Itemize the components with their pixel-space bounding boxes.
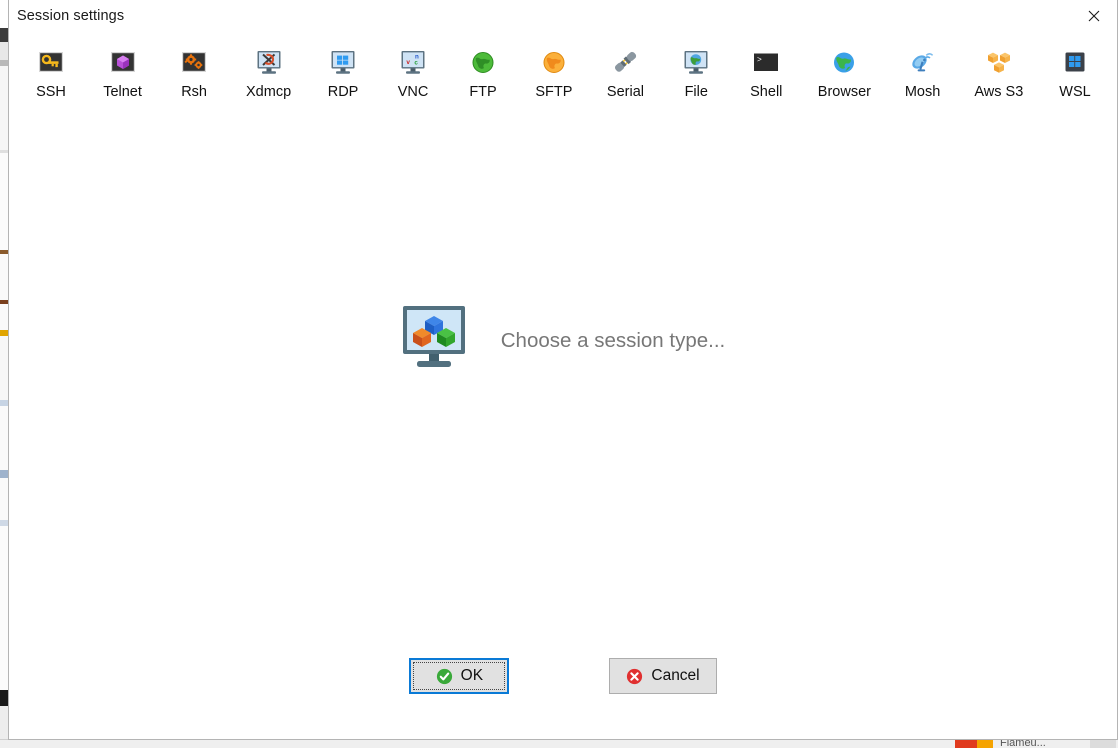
session-type-label: WSL <box>1059 84 1091 100</box>
background-bottom-label: Flameu... <box>1000 739 1046 748</box>
session-type-browser[interactable]: Browser <box>814 45 874 102</box>
session-type-label: Shell <box>750 84 783 100</box>
ssh-key-terminal-icon <box>35 47 67 79</box>
svg-text:v: v <box>406 59 410 66</box>
rdp-monitor-windows-icon <box>327 47 359 79</box>
session-type-ssh[interactable]: SSH <box>29 45 73 102</box>
session-type-label: Aws S3 <box>974 84 1024 100</box>
session-type-xdmcp[interactable]: Xdmcp <box>242 45 295 102</box>
session-type-serial[interactable]: Serial <box>603 45 649 102</box>
svg-text:c: c <box>414 59 418 66</box>
vnc-monitor-letters-icon: n v c <box>397 47 429 79</box>
cancel-button-label: Cancel <box>651 667 700 684</box>
session-type-label: File <box>684 84 708 100</box>
sftp-orange-globe-icon <box>538 47 570 79</box>
session-type-label: Serial <box>606 84 644 100</box>
dialog-title: Session settings <box>17 8 125 24</box>
background-bottom-strip: Flameu... <box>0 739 1118 748</box>
session-type-label: Rsh <box>181 84 207 100</box>
session-type-rdp[interactable]: RDP <box>321 45 365 102</box>
placeholder-text: Choose a session type... <box>500 329 726 352</box>
session-type-aws-s3[interactable]: Aws S3 <box>971 45 1027 102</box>
telnet-gem-icon <box>107 47 139 79</box>
session-type-telnet[interactable]: Telnet <box>99 45 146 102</box>
aws-s3-cubes-icon <box>983 47 1015 79</box>
rsh-gears-icon <box>178 47 210 79</box>
session-type-label: SSH <box>36 84 66 100</box>
session-type-mosh[interactable]: Mosh <box>901 45 945 102</box>
background-red-swatch <box>955 740 977 748</box>
placeholder-block: Choose a session type... <box>401 304 726 379</box>
session-type-ftp[interactable]: FTP <box>461 45 505 102</box>
session-type-label: Telnet <box>103 84 142 100</box>
ok-button[interactable]: OK <box>409 658 510 694</box>
xdmcp-monitor-x-icon <box>253 47 285 79</box>
close-icon[interactable] <box>1071 0 1117 32</box>
monitor-cubes-icon <box>401 304 467 379</box>
session-type-shell[interactable]: > Shell <box>744 45 788 102</box>
session-settings-dialog: Session settings SSH Telnet Rsh Xdmcp RD… <box>8 0 1118 740</box>
session-type-label: SFTP <box>535 84 573 100</box>
background-orange-swatch <box>977 740 993 748</box>
session-type-label: Xdmcp <box>246 84 292 100</box>
session-type-wsl[interactable]: WSL <box>1053 45 1097 102</box>
session-type-rsh[interactable]: Rsh <box>172 45 216 102</box>
session-type-label: Mosh <box>904 84 941 100</box>
session-type-file[interactable]: File <box>674 45 718 102</box>
file-monitor-globe-icon <box>680 47 712 79</box>
ftp-green-globe-icon <box>467 47 499 79</box>
session-type-sftp[interactable]: SFTP <box>531 45 577 102</box>
green-check-icon <box>436 668 453 685</box>
session-type-label: RDP <box>327 84 359 100</box>
background-gray-swatch <box>1090 740 1116 748</box>
session-type-label: FTP <box>469 84 497 100</box>
wsl-windows-icon <box>1059 47 1091 79</box>
red-x-icon <box>626 668 643 685</box>
session-type-toolbar: SSH Telnet Rsh Xdmcp RDP n v c VNC FTP S… <box>9 33 1117 113</box>
session-type-label: VNC <box>397 84 429 100</box>
serial-plug-icon <box>609 47 641 79</box>
mosh-satellite-dish-icon <box>907 47 939 79</box>
session-type-vnc[interactable]: n v c VNC <box>391 45 435 102</box>
session-settings-content: Choose a session type... <box>9 113 1117 643</box>
dialog-titlebar: Session settings <box>9 0 1117 33</box>
shell-terminal-icon: > <box>750 47 782 79</box>
browser-globe-icon <box>828 47 860 79</box>
svg-text:>: > <box>757 56 762 65</box>
cancel-button[interactable]: Cancel <box>609 658 717 694</box>
dialog-button-bar: OK Cancel <box>9 643 1117 739</box>
session-type-label: Browser <box>817 84 871 100</box>
ok-button-label: OK <box>460 667 484 684</box>
